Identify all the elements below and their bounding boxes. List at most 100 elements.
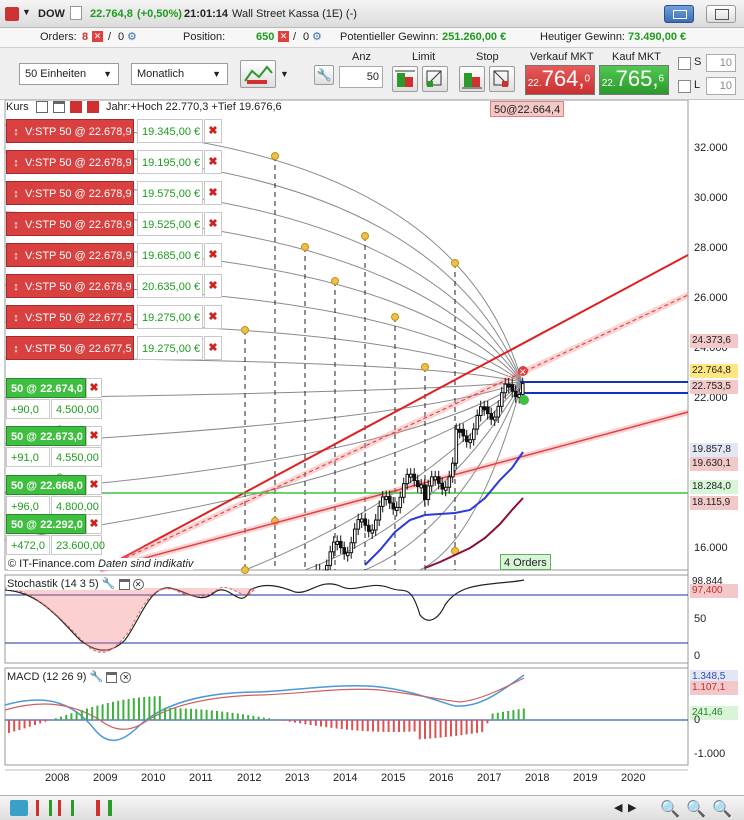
close-position-icon[interactable]: ✖ [86, 426, 102, 446]
keyboard-button[interactable] [664, 5, 694, 23]
stop-order-row[interactable]: ↕ V:STP 50 @ 22.678,9 19.195,00 € ✖ [6, 150, 222, 174]
settings-icon[interactable] [35, 101, 48, 114]
orders-badge[interactable]: 4 Orders [500, 554, 551, 570]
draw-tool-icon[interactable] [10, 800, 28, 816]
zoom-fit-icon[interactable]: 🔍 [660, 799, 680, 819]
arrow-updown-icon[interactable]: ↕ [10, 244, 22, 268]
stop-order-row[interactable]: ↕ V:STP 50 @ 22.678,9 19.345,00 € ✖ [6, 119, 222, 143]
l-input[interactable]: 10 [706, 77, 736, 95]
stop-order-label[interactable]: ↕ V:STP 50 @ 22.678,9 [6, 181, 134, 205]
cancel-order-icon[interactable]: ✖ [204, 212, 222, 236]
l-checkbox[interactable] [678, 80, 691, 93]
position-row[interactable]: 50 @ 22.673,0 ✖ +91,0 4.550,00 € [6, 426, 106, 484]
arrow-updown-icon[interactable]: ↕ [10, 213, 22, 237]
stop-order-row[interactable]: ↕ V:STP 50 @ 22.678,9 19.525,00 € ✖ [6, 212, 222, 236]
cancel-order-icon[interactable]: ✖ [204, 119, 222, 143]
macd-tag-2: 1.107,1 [690, 681, 738, 695]
sell-market-button[interactable]: 22.764,0 [525, 65, 595, 95]
chevron-down-icon[interactable]: ▼ [22, 7, 31, 17]
arrow-updown-icon[interactable]: ↕ [10, 337, 22, 361]
stop-order-row[interactable]: ↕ V:STP 50 @ 22.677,5 19.275,00 € ✖ [6, 336, 222, 360]
arrow-updown-icon[interactable]: ↕ [10, 275, 22, 299]
position-label[interactable]: 50 @ 22.673,0 [6, 426, 86, 446]
arrow-up-icon[interactable] [86, 101, 99, 114]
stop-order-row[interactable]: ↕ V:STP 50 @ 22.678,9 20.635,00 € ✖ [6, 274, 222, 298]
stop-order-row[interactable]: ↕ V:STP 50 @ 22.678,9 19.575,00 € ✖ [6, 181, 222, 205]
position-label[interactable]: 50 @ 22.292,0 [6, 514, 86, 534]
chart-area[interactable]: ✕ Kurs Jahr:+Hoch 22.770,3 +Tief 19.676,… [0, 100, 744, 800]
stop-order-value: 19.275,00 € [137, 336, 203, 360]
zoom-in-icon[interactable]: 🔍 [686, 799, 706, 819]
window-icon[interactable] [52, 101, 65, 114]
stop-order-label[interactable]: ↕ V:STP 50 @ 22.678,9 [6, 150, 134, 174]
arrow-updown-icon[interactable]: ↕ [10, 151, 22, 175]
candle-type-icon[interactable] [36, 800, 52, 816]
chart-type-icon[interactable] [70, 6, 82, 20]
cancel-order-icon[interactable]: ✖ [204, 181, 222, 205]
position-value: 23.600,00 € [51, 535, 105, 572]
cancel-order-icon[interactable]: ✖ [204, 274, 222, 298]
position-row[interactable]: 50 @ 22.292,0 ✖ +472,0 23.600,00 € [6, 514, 106, 572]
stop-order-label[interactable]: ↕ V:STP 50 @ 22.677,5 [6, 336, 134, 360]
position-row[interactable]: 50 @ 22.674,0 ✖ +90,0 4.500,00 € [6, 378, 106, 436]
tools-button[interactable]: 🔧 [314, 65, 334, 85]
stop-buy-button[interactable] [459, 66, 485, 92]
close-icon[interactable]: ✕ [120, 671, 132, 683]
cancel-order-icon[interactable]: ✖ [204, 150, 222, 174]
close-position-icon[interactable]: ✖ [86, 378, 102, 398]
units-select[interactable]: 50 Einheiten ▼ [19, 63, 119, 85]
stop-order-label[interactable]: ↕ V:STP 50 @ 22.678,9 [6, 274, 134, 298]
time-axis-label: 2019 [573, 772, 598, 784]
stop-order-row[interactable]: ↕ V:STP 50 @ 22.677,5 19.275,00 € ✖ [6, 305, 222, 329]
stop-order-label[interactable]: ↕ V:STP 50 @ 22.677,5 [6, 305, 134, 329]
arrow-down-icon[interactable] [69, 101, 82, 114]
close-icon[interactable]: ✕ [132, 578, 144, 590]
stop-sell-button[interactable] [489, 66, 515, 92]
buy-market-button[interactable]: 22.765,6 [599, 65, 669, 95]
grid-button[interactable] [706, 5, 736, 23]
close-position-icon[interactable]: ✕ [278, 31, 289, 42]
arrow-updown-icon[interactable]: ↕ [10, 120, 22, 144]
app-icon[interactable] [5, 7, 19, 21]
zoom-out-icon[interactable]: 🔍 [712, 799, 732, 819]
arrow-updown-icon[interactable]: ↕ [10, 306, 22, 330]
scroll-left-icon[interactable]: ◀ [614, 801, 622, 814]
stochastic-label: Stochastik (14 3 5) [7, 578, 99, 590]
position-label[interactable]: 50 @ 22.668,0 [6, 475, 86, 495]
close-position-icon[interactable]: ✖ [86, 475, 102, 495]
stop-order-label[interactable]: ↕ V:STP 50 @ 22.678,9 [6, 119, 134, 143]
position-value[interactable]: 650 [256, 31, 274, 43]
s-input[interactable]: 10 [706, 54, 736, 72]
orders-count[interactable]: 8 [82, 31, 88, 43]
stop-order-label[interactable]: ↕ V:STP 50 @ 22.678,9 [6, 212, 134, 236]
close-orders-icon[interactable]: ✕ [92, 31, 103, 42]
wrench-icon[interactable]: 🔧 [90, 671, 104, 683]
macd-axis-0: 0 [694, 714, 701, 726]
gear-icon[interactable]: ⚙ [127, 30, 137, 43]
period-select[interactable]: Monatlich ▼ [131, 63, 228, 85]
cancel-order-icon[interactable]: ✖ [204, 305, 222, 329]
bar-type-icon[interactable] [58, 800, 74, 816]
cancel-order-icon[interactable]: ✖ [204, 243, 222, 267]
limit-sell-button[interactable] [422, 66, 448, 92]
position-label[interactable]: 50 @ 22.674,0 [6, 378, 86, 398]
indicator-button[interactable] [240, 60, 276, 88]
window-icon[interactable] [106, 671, 118, 683]
scroll-right-icon[interactable]: ▶ [628, 801, 636, 814]
wrench-icon[interactable]: 🔧 [102, 578, 116, 590]
s-checkbox[interactable] [678, 57, 691, 70]
candle-body [503, 383, 508, 394]
gear-icon[interactable]: ⚙ [312, 30, 322, 43]
quantity-input[interactable]: 50 [339, 66, 383, 88]
cancel-order-icon[interactable]: ✖ [204, 336, 222, 360]
stop-order-row[interactable]: ↕ V:STP 50 @ 22.678,9 19.685,00 € ✖ [6, 243, 222, 267]
limit-buy-button[interactable] [392, 66, 418, 92]
top-order-tag[interactable]: 50@22.664,4 [490, 101, 565, 117]
chevron-down-icon[interactable]: ▼ [280, 69, 289, 79]
volume-icon[interactable] [96, 800, 112, 816]
window-icon[interactable] [118, 578, 130, 590]
position-row[interactable]: 50 @ 22.668,0 ✖ +96,0 4.800,00 € [6, 475, 106, 533]
arrow-updown-icon[interactable]: ↕ [10, 182, 22, 206]
stop-order-label[interactable]: ↕ V:STP 50 @ 22.678,9 [6, 243, 134, 267]
close-position-icon[interactable]: ✖ [86, 514, 102, 534]
